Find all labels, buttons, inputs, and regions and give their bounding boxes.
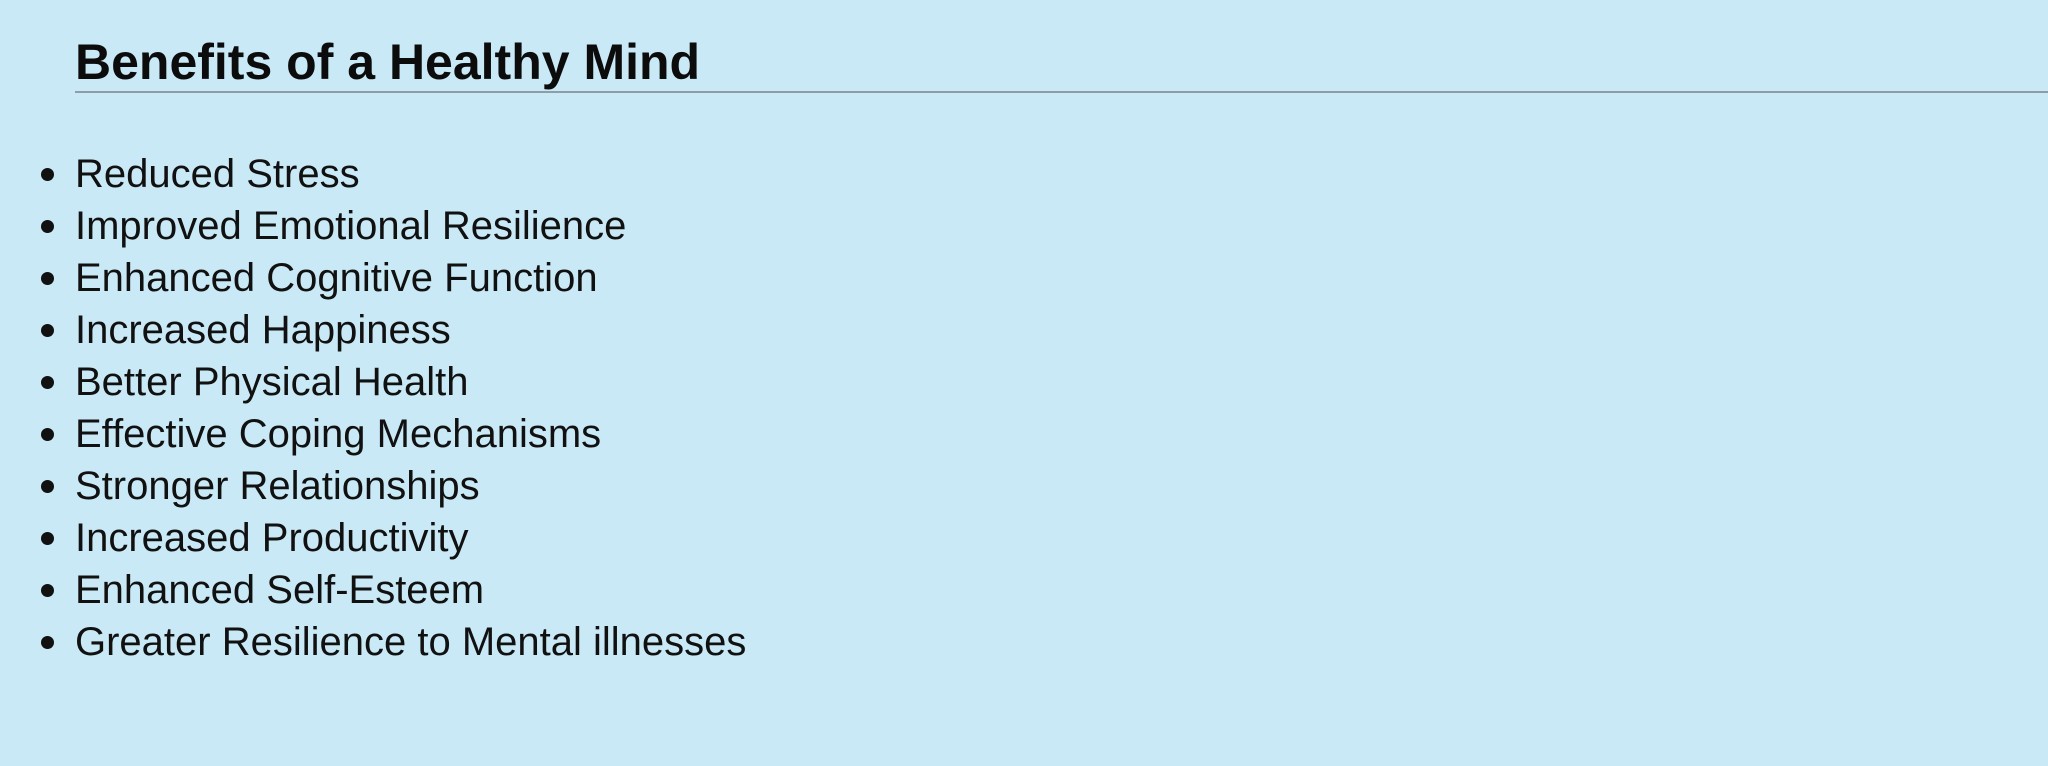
bullet-icon: [41, 376, 54, 389]
bullet-icon: [41, 324, 54, 337]
list-item: Effective Coping Mechanisms: [41, 408, 746, 460]
list-item: Enhanced Self-Esteem: [41, 564, 746, 616]
list-item-text: Increased Productivity: [75, 516, 469, 560]
list-item-text: Stronger Relationships: [75, 464, 480, 508]
bullet-icon: [41, 584, 54, 597]
list-item: Increased Productivity: [41, 512, 746, 564]
bullet-icon: [41, 272, 54, 285]
bullet-icon: [41, 532, 54, 545]
page-title: Benefits of a Healthy Mind: [75, 34, 701, 90]
list-item: Increased Happiness: [41, 304, 746, 356]
list-item: Greater Resilience to Mental illnesses: [41, 616, 747, 668]
list-item-text: Greater Resilience to Mental illnesses: [75, 620, 747, 664]
list-item-text: Improved Emotional Resilience: [75, 204, 627, 248]
bullet-icon: [41, 220, 54, 233]
list-item: Stronger Relationships: [41, 460, 746, 512]
list-item-text: Better Physical Health: [75, 360, 469, 404]
document-page: Benefits of a Healthy Mind Reduced Stres…: [0, 0, 2048, 766]
list-item: Improved Emotional Resilience: [41, 200, 746, 252]
bullet-icon: [41, 168, 54, 181]
list-item-text: Reduced Stress: [75, 152, 360, 196]
list-item: Reduced Stress: [41, 148, 746, 200]
list-item-text: Enhanced Cognitive Function: [75, 256, 598, 300]
list-item-text: Increased Happiness: [75, 308, 451, 352]
list-item-text: Enhanced Self-Esteem: [75, 568, 485, 612]
list-item: Better Physical Health: [41, 356, 746, 408]
list-item: Enhanced Cognitive Function: [41, 252, 746, 304]
bullet-icon: [41, 480, 54, 493]
title-divider: [75, 91, 2048, 93]
bullet-icon: [41, 636, 54, 649]
bullet-icon: [41, 428, 54, 441]
list-item-text: Effective Coping Mechanisms: [75, 412, 602, 456]
benefits-list: Reduced Stress Improved Emotional Resili…: [41, 148, 747, 668]
